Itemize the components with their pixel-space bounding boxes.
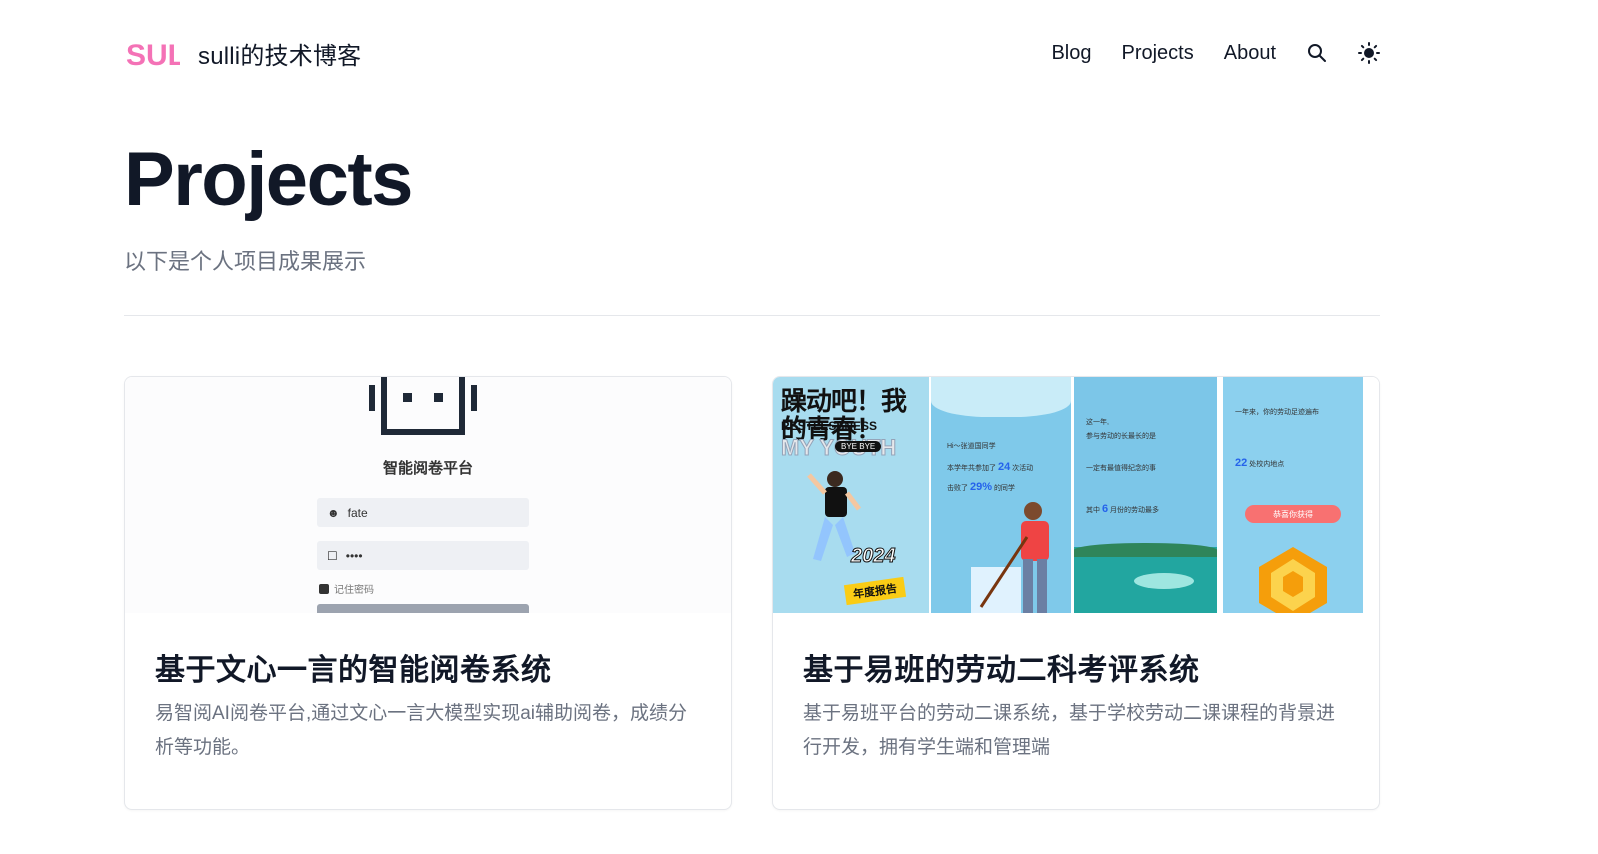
user-icon: ☻ [327,505,340,520]
project-description: 基于易班平台的劳动二课系统，基于学校劳动二课课程的背景进行开发，拥有学生端和管理… [803,703,1336,758]
s3-line4-b: 月份的劳动最多 [1110,507,1160,514]
s4-line2: 22 处校内地点 [1235,457,1284,469]
login-button [317,604,529,613]
s3-line2: 参与劳动的长最长的是 [1086,433,1156,440]
remember-checkbox: 记住密码 [319,581,374,596]
poster-en: RESTLESSNESS [781,419,878,433]
checkbox-icon [319,583,329,594]
password-value: •••• [345,548,363,563]
site-header: SULLI sulli的技术博客 Blog Projects About [124,30,1380,76]
s3-line4-num: 6 [1101,503,1109,515]
s2-line1-a: 本学年共参加了 [947,465,996,472]
project-title[interactable]: 基于文心一言的智能阅卷系统 [155,645,552,689]
search-button[interactable] [1306,42,1328,64]
project-description: 易智阅AI阅卷平台,通过文心一言大模型实现ai辅助阅卷，成绩分析等功能。 [155,703,688,758]
project-image: 躁动吧！我的青春！ RESTLESSNESS MY YOUTH BYE BYE … [773,377,1379,613]
hills-shape [1074,543,1217,557]
username-value: fate [347,505,368,520]
worker-illustration-icon [971,502,1049,613]
sun-icon [1358,42,1380,64]
divider [124,315,1380,316]
s2-line2: 击败了 29% 的同学 [947,481,1015,493]
medal-icon [1259,547,1327,613]
project-image: 智能阅卷平台 ☻ fate ☐ •••• 记住密码 [125,377,731,613]
robot-logo-icon [369,377,477,435]
s2-line1-b: 次活动 [1012,465,1034,472]
page-title: Projects [124,137,413,222]
summary-panel-2: 这一年, 参与劳动的长最长的是 一定有最值得纪念的事 其中 6 月份的劳动最多 [1074,377,1217,613]
s3-line1: 这一年, [1086,419,1109,426]
svg-text:SULLI: SULLI [126,39,180,72]
summary-panel-1: Hi～张道国同学 本学年共参加了 24 次活动 击败了 29% 的同学 [931,377,1071,613]
page-description: 以下是个人项目成果展示 [124,249,367,274]
s2-line2-a: 击败了 [947,485,968,492]
password-field: ☐ •••• [317,541,529,570]
s2-line1: 本学年共参加了 24 次活动 [947,461,1033,473]
theme-toggle-button[interactable] [1358,42,1380,64]
s4-line1: 一年来，你的劳动足迹遍布 [1235,409,1319,416]
s3-line4: 其中 6 月份的劳动最多 [1086,503,1159,515]
pool-shape [1134,573,1194,589]
s3-line3: 一定有最值得纪念的事 [1086,465,1156,472]
platform-name: 智能阅卷平台 [382,460,473,477]
project-card[interactable]: 躁动吧！我的青春！ RESTLESSNESS MY YOUTH BYE BYE … [772,376,1380,810]
s4-line2-num: 22 [1235,457,1248,469]
site-title: sulli的技术博客 [198,42,362,70]
s3-line4-a: 其中 [1086,507,1100,514]
poster-year: 2024 [851,545,896,568]
project-card[interactable]: 智能阅卷平台 ☻ fate ☐ •••• 记住密码 基于文心一言的智能阅卷系统 … [124,376,732,810]
remember-label: 记住密码 [334,585,374,596]
poster-panel: 躁动吧！我的青春！ RESTLESSNESS MY YOUTH BYE BYE … [773,377,929,613]
lock-icon: ☐ [327,548,338,563]
nav-projects[interactable]: Projects [1121,42,1193,65]
main-nav: Blog Projects About [1021,42,1380,65]
search-icon [1308,44,1326,62]
project-title[interactable]: 基于易班的劳动二科考评系统 [803,645,1200,689]
s4-line2-b: 处校内地点 [1249,461,1285,468]
username-field: ☻ fate [317,498,529,527]
s2-greeting: Hi～张道国同学 [947,443,996,450]
nav-blog[interactable]: Blog [1051,42,1091,65]
cloud-shape [931,377,1071,417]
poster-badge: BYE BYE [835,441,882,452]
s2-line1-num: 24 [997,461,1011,473]
brand-logo: SULLI [126,39,180,72]
s2-line2-b: 的同学 [993,485,1015,492]
nav-about[interactable]: About [1224,42,1276,65]
s4-button: 恭喜你获得 [1245,505,1341,523]
jumping-person-icon [807,471,861,561]
s2-line2-num: 29% [969,481,992,493]
brand-link[interactable]: SULLI sulli的技术博客 [124,33,361,73]
summary-panel-3: 一年来，你的劳动足迹遍布 22 处校内地点 恭喜你获得 [1223,377,1363,613]
